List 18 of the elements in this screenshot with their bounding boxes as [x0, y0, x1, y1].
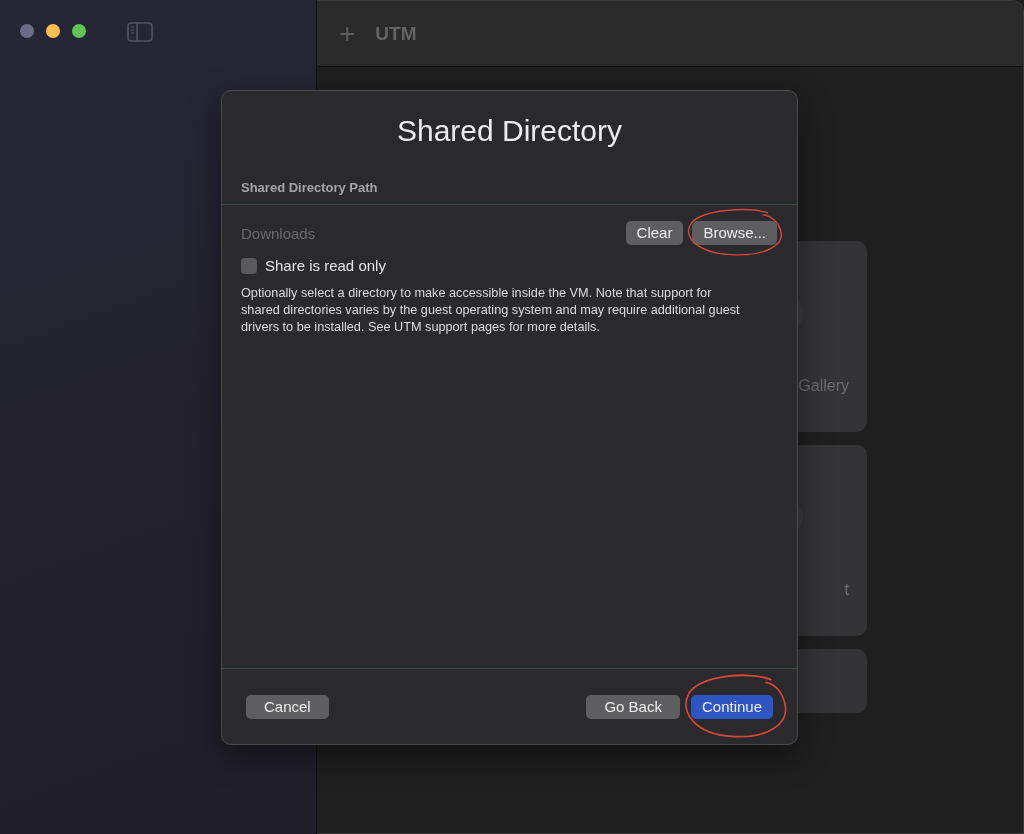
checkbox-label: Share is read only: [265, 257, 386, 274]
button[interactable]: Browse...: [692, 221, 777, 245]
button[interactable]: Continue: [690, 694, 773, 719]
window-control-dot[interactable]: [20, 24, 34, 38]
window-control-dot[interactable]: [46, 24, 60, 38]
card-label: Gallery: [798, 377, 849, 395]
description-text: Optionally select a directory to make accessible inside the VM. Note that support for shared directories varies by the guest operating system and may require additional guest drivers to be installed. See UTM support pages for more details.: [241, 285, 741, 336]
button[interactable]: Cancel: [246, 694, 329, 719]
window-title: UTM: [375, 22, 417, 45]
sidebar-toggle-icon[interactable]: [127, 22, 153, 42]
window-control-dot[interactable]: [72, 24, 86, 38]
section-header: Shared Directory Path: [241, 180, 378, 195]
path-field[interactable]: Downloads: [241, 224, 441, 242]
button[interactable]: Go Back: [586, 694, 680, 719]
dialog-title: Shared Directory: [395, 114, 624, 148]
button[interactable]: Clear: [625, 221, 684, 245]
card-label: t: [844, 581, 849, 599]
checkbox[interactable]: [241, 257, 257, 274]
